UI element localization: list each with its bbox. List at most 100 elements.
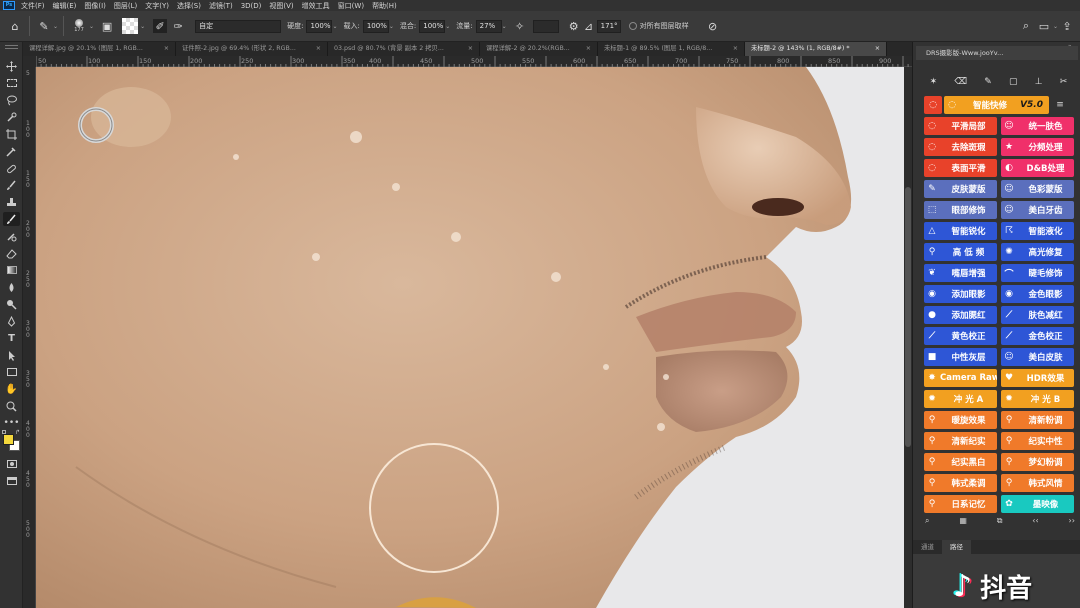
plugin-button-15[interactable]: ❦ 嘴唇增强 — [924, 264, 997, 282]
plugin-button-14[interactable]: ✺ 高光修复 — [1001, 243, 1074, 261]
plugin-button-4[interactable]: ★ 分频处理 — [1001, 138, 1074, 156]
plugin-button-7[interactable]: ✎ 皮肤蒙版 — [924, 180, 997, 198]
plugin-button-23[interactable]: ■ 中性灰层 — [924, 348, 997, 366]
layers-icon[interactable]: ⧉ — [997, 516, 1003, 530]
document-canvas[interactable] — [36, 67, 904, 608]
dodge-tool-icon[interactable] — [3, 297, 20, 311]
pencil-icon[interactable]: ✎ — [984, 77, 992, 87]
share-icon[interactable]: ⇪ — [1058, 17, 1076, 35]
mix-field[interactable]: 100% — [419, 19, 446, 33]
menu-view[interactable]: 视图(V) — [269, 1, 293, 11]
pen-tool-icon[interactable] — [3, 314, 20, 328]
quick-select-tool-icon[interactable] — [3, 110, 20, 124]
plugin-button-35[interactable]: ⚲ 韩式柔调 — [924, 474, 997, 492]
tab-document-active[interactable]: 未标题-2 @ 143% (1, RGB/8#) * × — [745, 42, 887, 56]
eraser-icon[interactable]: ⌫ — [954, 77, 967, 87]
dropdown-arrow-icon[interactable]: ⌄ — [445, 23, 450, 30]
back-icon[interactable]: ‹‹ — [1032, 516, 1038, 530]
scrollbar-thumb[interactable] — [905, 187, 911, 447]
screen-mode-icon[interactable] — [3, 474, 20, 488]
plugin-button-16[interactable]: ⌒ 睫毛修饰 — [1001, 264, 1074, 282]
plugin-button-37[interactable]: ⚲ 日系记忆 — [924, 495, 997, 513]
menu-edit[interactable]: 编辑(E) — [53, 1, 77, 11]
dropdown-arrow-icon[interactable]: ⌄ — [332, 23, 337, 30]
plugin-button-31[interactable]: ⚲ 清新纪实 — [924, 432, 997, 450]
search-icon[interactable]: ⌕ — [1017, 17, 1035, 35]
preset-select[interactable]: 自定 — [195, 19, 282, 33]
plugin-button-38[interactable]: ✿ 墨映像 — [1001, 495, 1074, 513]
plugin-button-0[interactable]: ◌ 智能快修 V5.0 — [944, 96, 1049, 114]
menu-file[interactable]: 文件(F) — [21, 1, 45, 11]
path-select-tool-icon[interactable] — [3, 348, 20, 362]
smoothing-field[interactable] — [532, 19, 559, 33]
wand-icon[interactable]: ✶ — [930, 77, 938, 87]
plugin-button-22[interactable]: ⟋ 金色校正 — [1001, 327, 1074, 345]
close-icon[interactable]: × — [316, 42, 321, 56]
plugin-button-5[interactable]: ◌ 表面平滑 — [924, 159, 997, 177]
tab-paths[interactable]: 路径 — [942, 540, 971, 554]
tab-document-3[interactable]: 03.psd @ 80.7% (背景 副本 2 拷贝... × — [328, 42, 480, 56]
menu-plugins[interactable]: 增效工具 — [302, 1, 330, 11]
ruler-horizontal[interactable]: 50 100 150 200 250 300 350 400 450 500 5… — [36, 56, 912, 67]
plugin-button-10[interactable]: ☺ 美白牙齿 — [1001, 201, 1074, 219]
menu-help[interactable]: 帮助(H) — [372, 1, 397, 11]
dropdown-arrow-icon[interactable]: ⌄ — [89, 23, 94, 30]
menu-image[interactable]: 图像(I) — [84, 1, 106, 11]
tab-document-1[interactable]: 课程详解.jpg @ 20.1% (图层 1, RGB... × — [23, 42, 176, 56]
plugin-button-20[interactable]: ⟋ 肤色减红 — [1001, 306, 1074, 324]
hand-tool-icon[interactable]: ✋ — [3, 382, 20, 396]
plugin-button-28[interactable]: ✹ 冲 光 B — [1001, 390, 1074, 408]
current-load-swatch[interactable] — [122, 18, 139, 34]
dropdown-arrow-icon[interactable]: ⌄ — [502, 23, 507, 30]
brush-preset-picker[interactable]: 177 — [69, 19, 89, 33]
more-tools-icon[interactable]: ••• — [3, 416, 20, 430]
rectangle-tool-icon[interactable] — [3, 365, 20, 379]
plugin-button-1[interactable]: ◌ 平滑局部 — [924, 117, 997, 135]
plugin-button-11[interactable]: △ 智能锐化 — [924, 222, 997, 240]
mixer-brush-tool-icon[interactable] — [3, 212, 20, 226]
menu-layer[interactable]: 图层(L) — [114, 1, 137, 11]
plugin-button-34[interactable]: ⚲ 梦幻粉调 — [1001, 453, 1074, 471]
flow-field[interactable]: 27% — [475, 19, 502, 33]
plugin-button-36[interactable]: ⚲ 韩式风情 — [1001, 474, 1074, 492]
eyedropper-tool-icon[interactable] — [3, 144, 20, 158]
ruler-vertical[interactable]: 5 1 0 0 1 5 0 2 0 0 2 5 0 3 0 0 3 5 0 4 … — [23, 67, 36, 608]
tab-document-5[interactable]: 未标题-1 @ 89.5% (图层 1, RGB/8... × — [598, 42, 745, 56]
plugin-button-13[interactable]: ⚲ 高 低 频 — [924, 243, 997, 261]
pressure-icon[interactable]: ⊘ — [704, 17, 722, 35]
move-tool-icon[interactable] — [3, 59, 20, 73]
plugin-button-12[interactable]: ☈ 智能液化 — [1001, 222, 1074, 240]
plugin-button-32[interactable]: ⚲ 纪实中性 — [1001, 432, 1074, 450]
plugin-button-8[interactable]: ☺ 色彩蒙版 — [1001, 180, 1074, 198]
brush-settings-icon[interactable]: ▣ — [98, 17, 116, 35]
opacity-field[interactable]: 100% — [306, 19, 333, 33]
tab-document-2[interactable]: 证件照-2.jpg @ 69.4% (形状 2, RGB... × — [176, 42, 328, 56]
plugin-button-30[interactable]: ⚲ 清新粉调 — [1001, 411, 1074, 429]
stamp-icon[interactable]: ⊥ — [1035, 77, 1043, 87]
brush-tool-icon[interactable] — [3, 178, 20, 192]
close-icon[interactable]: × — [164, 42, 169, 56]
clean-brush-icon[interactable]: ✐ — [153, 19, 168, 33]
menu-3d[interactable]: 3D(D) — [241, 2, 262, 10]
gradient-tool-icon[interactable] — [3, 263, 20, 277]
mixer-brush-icon[interactable]: ✎ — [35, 17, 53, 35]
menu-select[interactable]: 选择(S) — [177, 1, 201, 11]
close-icon[interactable]: × — [468, 42, 473, 56]
dropdown-arrow-icon[interactable]: ⌄ — [140, 23, 145, 30]
plugin-button-17[interactable]: ◉ 添加眼影 — [924, 285, 997, 303]
close-icon[interactable]: × — [733, 42, 738, 56]
crop-tool-icon[interactable] — [3, 127, 20, 141]
panel-grip-icon[interactable] — [5, 45, 18, 49]
plugin-button-3[interactable]: ◌ 去除斑瑕 — [924, 138, 997, 156]
plugin-button-19[interactable]: ● 添加腮红 — [924, 306, 997, 324]
healing-brush-tool-icon[interactable] — [3, 161, 20, 175]
menu-type[interactable]: 文字(Y) — [145, 1, 169, 11]
sample-all-checkbox[interactable] — [628, 22, 637, 30]
tools-icon[interactable]: ✂ — [1060, 77, 1068, 87]
plugin-button-25[interactable]: ✸ Camera Raw — [924, 369, 997, 387]
plugin-button-9[interactable]: ⬚ 眼部修饰 — [924, 201, 997, 219]
tab-document-4[interactable]: 课程详解-2 @ 20.2%(RGB... × — [480, 42, 598, 56]
plugin-button-6[interactable]: ◐ D&B处理 — [1001, 159, 1074, 177]
zoom-tool-icon[interactable] — [3, 399, 20, 413]
angle-field[interactable]: 171° — [596, 19, 621, 33]
